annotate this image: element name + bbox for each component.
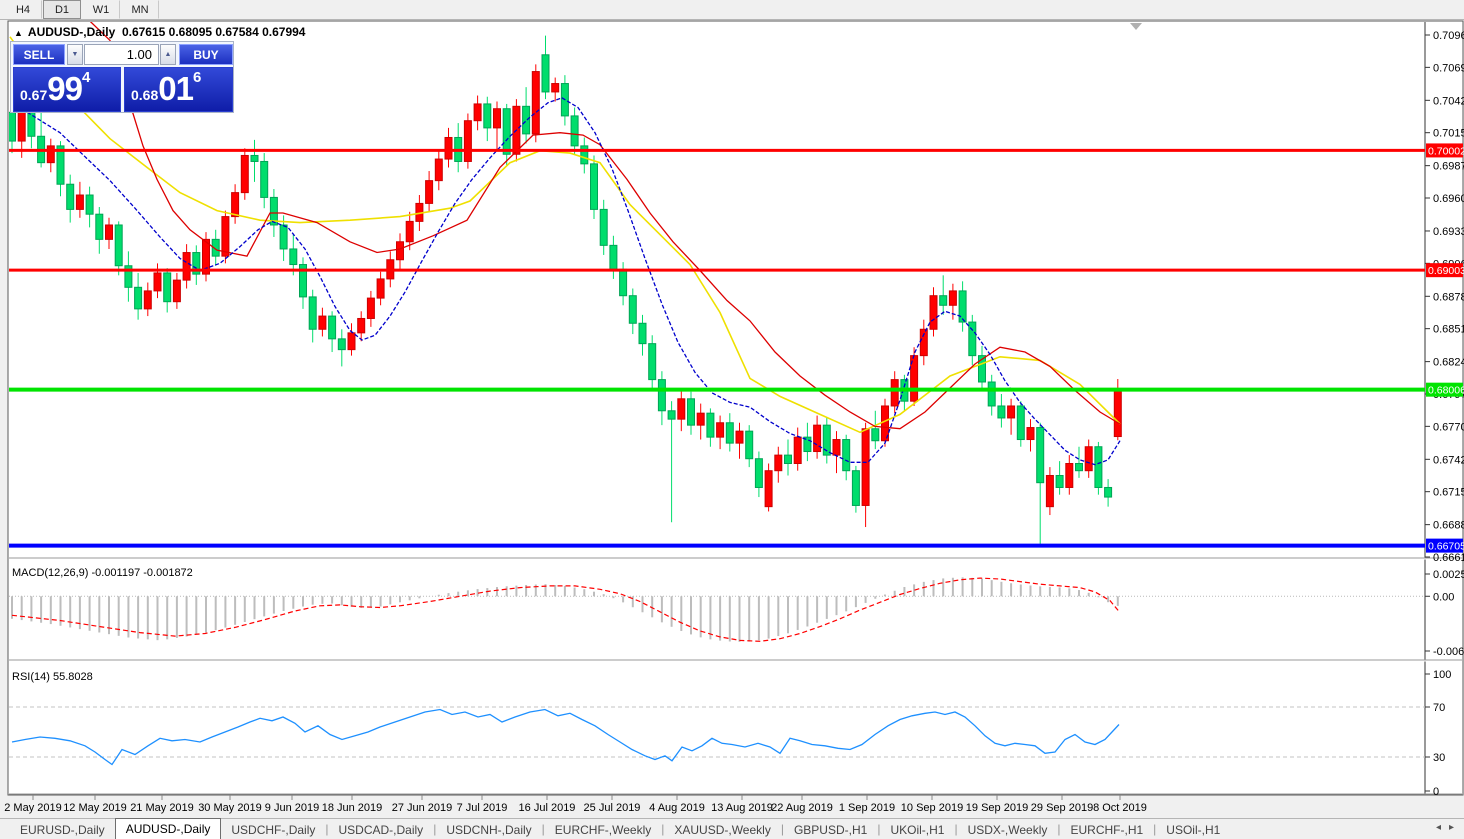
price-axis-tick: 0.66880 — [1433, 520, 1464, 532]
chart-tab-audusd-daily[interactable]: AUDUSD-,Daily — [115, 818, 222, 839]
date-axis-tick[interactable]: 22 Aug 2019 — [771, 802, 833, 814]
price-axis-tick: 0.67700 — [1433, 421, 1464, 433]
one-click-trading-panel: SELL ▼ ▲ BUY 0.67994 0.68016 — [10, 41, 234, 113]
price-axis-tick: 0.67155 — [1433, 487, 1464, 499]
price-line-label: 0.68006 — [1428, 385, 1464, 397]
date-axis-tick[interactable]: 16 Jul 2019 — [519, 802, 576, 814]
chart-symbol-label: AUDUSD-,Daily — [28, 25, 115, 39]
chart-tabbar: EURUSD-,DailyAUDUSD-,DailyUSDCHF-,Daily|… — [0, 818, 1464, 839]
sell-button[interactable]: SELL — [13, 44, 65, 65]
price-axis-tick: 0.69330 — [1433, 226, 1464, 238]
date-axis-tick[interactable]: 1 Sep 2019 — [839, 802, 895, 814]
sell-price-big: 99 — [47, 70, 82, 107]
date-axis-tick[interactable]: 10 Sep 2019 — [901, 802, 963, 814]
tab-scroll-right-icon[interactable]: ▸ — [1445, 822, 1458, 833]
chart-ohlc-values: 0.67615 0.68095 0.67584 0.67994 — [122, 25, 306, 39]
chart-tab-usdcnh-daily[interactable]: USDCNH-,Daily — [436, 820, 541, 839]
price-axis-tick: 0.70695 — [1433, 62, 1464, 74]
price-axis-tick: 0.70420 — [1433, 95, 1464, 107]
date-axis-tick[interactable]: 21 May 2019 — [130, 802, 194, 814]
date-axis-tick[interactable]: 2 May 2019 — [4, 802, 61, 814]
buy-price-box[interactable]: 0.68016 — [124, 67, 233, 112]
sell-price-sup: 4 — [82, 69, 90, 86]
date-axis-tick[interactable]: 13 Aug 2019 — [711, 802, 773, 814]
buy-price-sup: 6 — [193, 69, 201, 86]
chart-tab-eurchf-weekly[interactable]: EURCHF-,Weekly — [545, 820, 661, 839]
caret-up-icon: ▲ — [165, 51, 172, 58]
date-axis-tick[interactable]: 29 Sep 2019 — [1031, 802, 1093, 814]
trade-panel-collapse-icon[interactable]: ▲ — [14, 28, 23, 38]
chart-tab-eurusd-daily[interactable]: EURUSD-,Daily — [10, 820, 115, 839]
macd-axis-tick: -0.006326 — [1433, 646, 1464, 658]
chart-tab-usoil-h1[interactable]: USOil-,H1 — [1156, 820, 1230, 839]
trading-terminal-window: H4D1W1MN 0.709650.706950.704200.701500.6… — [0, 0, 1464, 839]
tab-scroll-arrows: ◂▸ — [1432, 822, 1458, 833]
rsi-axis-tick: 70 — [1433, 702, 1445, 714]
price-axis-tick: 0.68515 — [1433, 324, 1464, 336]
price-line-label: 0.69003 — [1428, 265, 1464, 277]
price-axis-tick: 0.70965 — [1433, 30, 1464, 42]
volume-increase-button[interactable]: ▲ — [160, 44, 176, 65]
buy-price-big: 01 — [158, 70, 193, 107]
macd-axis-tick: 0.00 — [1433, 591, 1454, 603]
sell-price-prefix: 0.67 — [20, 87, 47, 103]
price-axis-tick: 0.69875 — [1433, 161, 1464, 173]
price-axis-tick: 0.66610 — [1433, 552, 1464, 564]
tab-scroll-left-icon[interactable]: ◂ — [1432, 822, 1445, 833]
date-axis-tick[interactable]: 8 Oct 2019 — [1093, 802, 1147, 814]
sell-price-box[interactable]: 0.67994 — [13, 67, 121, 112]
chart-canvas[interactable]: 0.70965 0.70695 0.70420 0.70150 0.69875 0.696… — [0, 0, 1464, 818]
chart-tab-ukoil-h1[interactable]: UKOil-,H1 — [880, 820, 954, 839]
volume-decrease-button[interactable]: ▼ — [67, 44, 83, 65]
chart-title: ▲ AUDUSD-,Daily 0.67615 0.68095 0.67584 0… — [14, 25, 305, 39]
price-axis-tick: 0.67425 — [1433, 454, 1464, 466]
volume-input[interactable] — [84, 44, 159, 65]
caret-down-icon: ▼ — [72, 51, 79, 58]
date-axis-tick[interactable]: 30 May 2019 — [198, 802, 262, 814]
date-axis-tick[interactable]: 9 Jun 2019 — [265, 802, 319, 814]
macd-indicator-label: MACD(12,26,9) -0.001197 -0.001872 — [12, 567, 193, 579]
price-axis-tick: 0.68785 — [1433, 291, 1464, 303]
date-axis-tick[interactable]: 7 Jul 2019 — [457, 802, 508, 814]
date-axis-tick[interactable]: 19 Sep 2019 — [966, 802, 1028, 814]
price-line-label: 0.70002 — [1428, 145, 1464, 157]
price-axis-tick: 0.69605 — [1433, 193, 1464, 205]
date-axis-tick[interactable]: 12 May 2019 — [63, 802, 127, 814]
date-axis-tick[interactable]: 25 Jul 2019 — [584, 802, 641, 814]
chart-tab-gbpusd-h1[interactable]: GBPUSD-,H1 — [784, 820, 877, 839]
chart-tab-xauusd-weekly[interactable]: XAUUSD-,Weekly — [664, 820, 780, 839]
rsi-axis-tick: 30 — [1433, 752, 1445, 764]
buy-price-prefix: 0.68 — [131, 87, 158, 103]
macd-axis-tick: 0.002574 — [1433, 569, 1464, 581]
chart-tab-usdcad-daily[interactable]: USDCAD-,Daily — [329, 820, 434, 839]
chart-tab-usdx-weekly[interactable]: USDX-,Weekly — [958, 820, 1058, 839]
chart-tab-eurchf-h1[interactable]: EURCHF-,H1 — [1061, 820, 1154, 839]
price-line-label: 0.66705 — [1428, 541, 1464, 553]
price-axis-tick: 0.70150 — [1433, 128, 1464, 140]
price-axis-tick: 0.68240 — [1433, 357, 1464, 369]
rsi-indicator-label: RSI(14) 55.8028 — [12, 671, 93, 683]
rsi-axis-tick: 100 — [1433, 669, 1451, 681]
rsi-axis-tick: 0 — [1433, 786, 1439, 798]
buy-button[interactable]: BUY — [179, 44, 233, 65]
date-axis-tick[interactable]: 27 Jun 2019 — [392, 802, 453, 814]
date-axis-tick[interactable]: 4 Aug 2019 — [649, 802, 705, 814]
date-axis-tick[interactable]: 18 Jun 2019 — [322, 802, 383, 814]
chart-tab-usdchf-daily[interactable]: USDCHF-,Daily — [221, 820, 325, 839]
